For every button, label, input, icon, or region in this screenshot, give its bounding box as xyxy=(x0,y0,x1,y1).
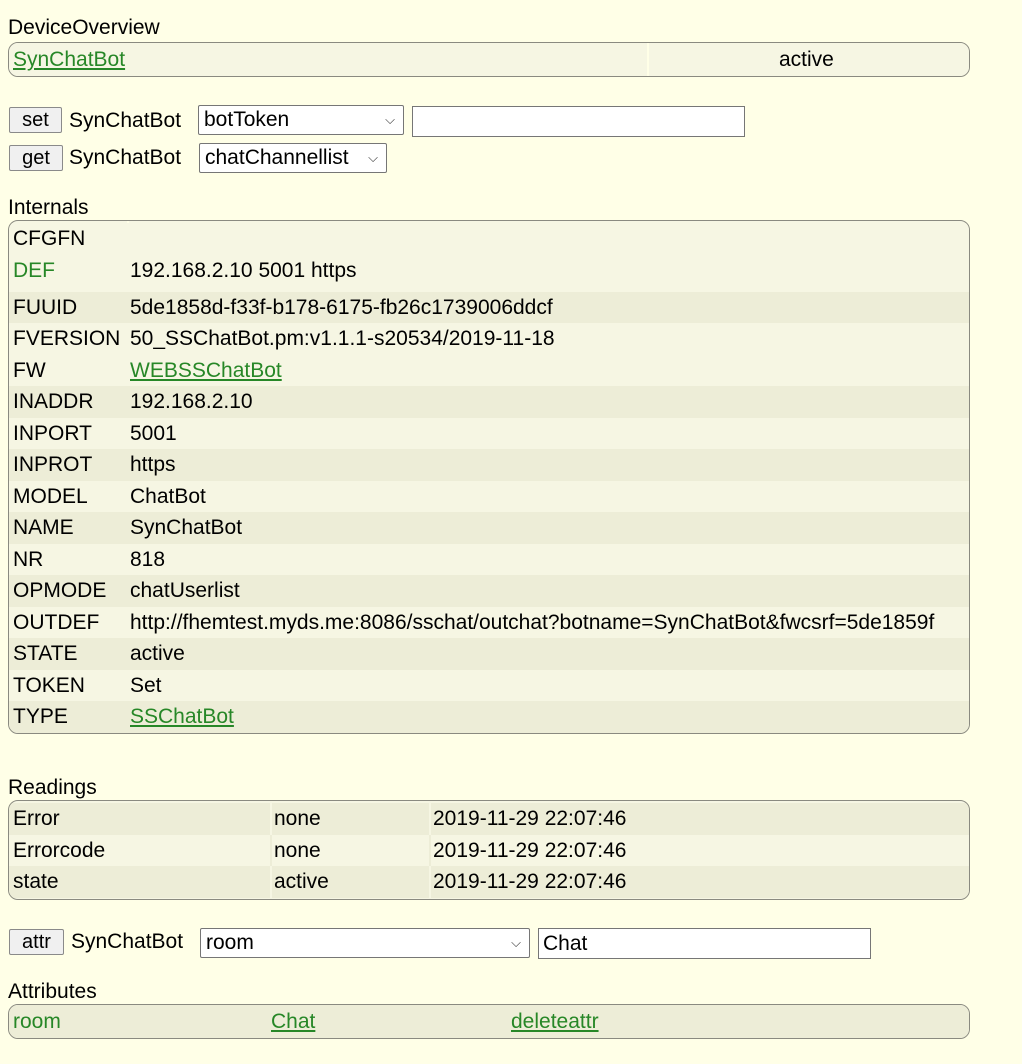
internal-row-inaddr: INADDR 192.168.2.10 xyxy=(9,386,969,418)
reading-value: none xyxy=(274,807,321,830)
get-command-select[interactable]: chatChannellist ⌵ xyxy=(199,143,387,173)
internal-key: INPORT xyxy=(13,421,92,445)
reading-name: state xyxy=(13,870,59,893)
device-name-link[interactable]: SynChatBot xyxy=(13,43,125,76)
reading-name: Error xyxy=(13,807,60,830)
attr-device-label: SynChatBot xyxy=(71,930,184,953)
internal-value-link[interactable]: SSChatBot xyxy=(130,701,234,733)
reading-row: Error none 2019-11-29 22:07:46 xyxy=(9,803,969,835)
internal-row-nr: NR 818 xyxy=(9,543,969,575)
internal-value: 5de1858d-f33f-b178-6175-fb26c1739006ddcf xyxy=(130,295,553,319)
attr-value-input[interactable]: Chat xyxy=(538,928,871,959)
internal-row-model: MODEL ChatBot xyxy=(9,480,969,512)
reading-timestamp: 2019-11-29 22:07:46 xyxy=(433,838,627,862)
internal-key: FW xyxy=(13,358,46,382)
internal-value: active xyxy=(130,642,185,665)
internal-key: INADDR xyxy=(13,390,94,413)
attr-name-selected: room xyxy=(206,931,254,954)
internal-key[interactable]: DEF xyxy=(13,255,55,286)
readings-title: Readings xyxy=(8,776,97,799)
set-button[interactable]: set xyxy=(9,107,62,133)
readings-table: Error none 2019-11-29 22:07:46 Errorcode non… xyxy=(8,800,970,900)
internal-row-def: DEF 192.168.2.10 5001 https xyxy=(9,254,969,292)
delete-attribute-link[interactable]: deleteattr xyxy=(511,1005,599,1038)
internal-key: MODEL xyxy=(13,484,88,508)
internal-key: TYPE xyxy=(13,705,68,728)
internals-title: Internals xyxy=(8,196,89,219)
internal-key: OUTDEF xyxy=(13,610,100,634)
internal-value: ChatBot xyxy=(130,484,206,508)
internal-value-link[interactable]: WEBSSChatBot xyxy=(130,355,282,387)
internal-key: STATE xyxy=(13,642,78,665)
internal-key: NAME xyxy=(13,516,74,539)
attributes-table: room Chat deleteattr xyxy=(8,1004,970,1039)
internal-row-type: TYPE SSChatBot xyxy=(9,701,969,733)
device-overview-title: DeviceOverview xyxy=(8,16,160,39)
attr-name-select[interactable]: room ⌵ xyxy=(200,928,530,958)
reading-timestamp: 2019-11-29 22:07:46 xyxy=(433,870,627,893)
internals-table: CFGFN DEF 192.168.2.10 5001 https FUUID 5de1… xyxy=(8,220,970,734)
internal-key: FVERSION xyxy=(13,327,121,350)
reading-row: Errorcode none 2019-11-29 22:07:46 xyxy=(9,834,969,866)
internal-value: 818 xyxy=(130,547,166,571)
attributes-title: Attributes xyxy=(8,980,97,1003)
set-command-selected: botToken xyxy=(204,108,290,131)
internal-key: CFGFN xyxy=(13,227,86,250)
internal-row-opmode: OPMODE chatUserlist xyxy=(9,575,969,607)
set-command-select[interactable]: botToken ⌵ xyxy=(198,105,404,135)
internal-key: INPROT xyxy=(13,453,93,476)
internal-row-cfgfn: CFGFN xyxy=(9,223,969,255)
internal-key: TOKEN xyxy=(13,673,85,697)
internal-row-fuuid: FUUID 5de1858d-f33f-b178-6175-fb26c173900… xyxy=(9,291,969,323)
internal-key: FUUID xyxy=(13,295,78,319)
internal-value: chatUserlist xyxy=(130,579,240,602)
chevron-down-icon: ⌵ xyxy=(385,112,395,127)
internal-value: 192.168.2.10 xyxy=(130,390,253,413)
reading-value: active xyxy=(274,870,329,893)
internal-value: 50_SSChatBot.pm:v1.1.1-s20534/2019-11-18 xyxy=(130,327,555,350)
device-detail-page: DeviceOverview SynChatBot active set Syn… xyxy=(0,0,1022,1064)
internal-key: OPMODE xyxy=(13,579,107,602)
internal-row-inport: INPORT 5001 xyxy=(9,417,969,449)
attribute-row: room Chat deleteattr xyxy=(9,1005,969,1038)
internal-row-name: NAME SynChatBot xyxy=(9,512,969,544)
internal-row-fw: FW WEBSSChatBot xyxy=(9,354,969,387)
internal-value: http://fhemtest.myds.me:8086/sschat/outc… xyxy=(130,610,935,634)
get-button[interactable]: get xyxy=(9,145,63,171)
internal-value: https xyxy=(130,453,176,476)
internal-row-token: TOKEN Set xyxy=(9,669,969,701)
get-device-label: SynChatBot xyxy=(69,146,182,169)
internal-row-state: STATE active xyxy=(9,638,969,670)
internal-value: 5001 xyxy=(130,421,177,445)
set-device-label: SynChatBot xyxy=(69,109,182,132)
chevron-down-icon: ⌵ xyxy=(368,150,378,165)
reading-value: none xyxy=(274,838,321,862)
attr-button[interactable]: attr xyxy=(9,929,64,955)
reading-row: state active 2019-11-29 22:07:46 xyxy=(9,866,969,898)
device-overview-block: SynChatBot active xyxy=(8,42,970,77)
internal-value: Set xyxy=(130,673,162,697)
internal-value: 192.168.2.10 5001 https xyxy=(130,258,357,282)
internal-row-fversion: FVERSION 50_SSChatBot.pm:v1.1.1-s20534/20… xyxy=(9,323,969,355)
internal-row-inprot: INPROT https xyxy=(9,449,969,481)
internal-row-outdef: OUTDEF http://fhemtest.myds.me:8086/sscha… xyxy=(9,606,969,638)
get-command-selected: chatChannellist xyxy=(205,146,349,169)
internal-value: SynChatBot xyxy=(130,516,243,539)
chevron-down-icon: ⌵ xyxy=(511,935,521,950)
internal-key: NR xyxy=(13,547,44,571)
reading-timestamp: 2019-11-29 22:07:46 xyxy=(433,807,627,830)
set-value-input[interactable] xyxy=(412,106,745,137)
attribute-name[interactable]: room xyxy=(13,1005,61,1038)
reading-name: Errorcode xyxy=(13,838,106,862)
device-state: active xyxy=(779,48,834,71)
attribute-value-link[interactable]: Chat xyxy=(271,1005,315,1038)
